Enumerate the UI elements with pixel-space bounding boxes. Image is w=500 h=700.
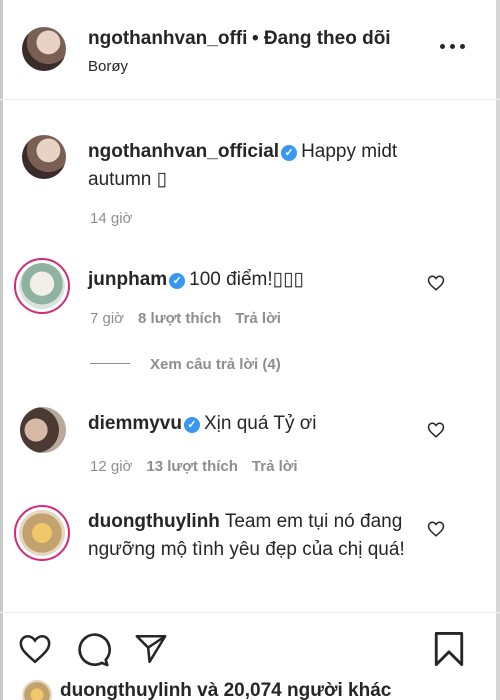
comment-avatar-duongthuylinh[interactable] bbox=[19, 510, 65, 556]
like-comment-icon[interactable] bbox=[427, 274, 445, 292]
likes-username[interactable]: duongthuylinh bbox=[60, 680, 192, 700]
like-comment-icon[interactable] bbox=[427, 520, 445, 538]
follow-status[interactable]: • Đang theo dõi bbox=[252, 28, 391, 50]
comment-username[interactable]: junpham bbox=[88, 269, 167, 290]
comment-text: Xịn quá Tỷ ơi bbox=[203, 413, 317, 434]
divider bbox=[90, 363, 130, 364]
likes-summary[interactable]: duongthuylinh và 20,074 người khác bbox=[60, 680, 391, 700]
scrollbar[interactable] bbox=[496, 0, 500, 700]
verified-icon: ✓ bbox=[183, 417, 200, 433]
reply-button[interactable]: Trả lời bbox=[252, 458, 298, 475]
comment-time: 12 giờ bbox=[90, 458, 133, 475]
heart-icon[interactable] bbox=[17, 632, 53, 666]
verified-icon: ✓ bbox=[281, 145, 298, 161]
comment-username[interactable]: diemmyvu bbox=[88, 413, 182, 434]
header-username[interactable]: ngothanhvan_offi bbox=[88, 28, 247, 50]
verified-icon: ✓ bbox=[169, 273, 186, 289]
view-replies-button[interactable]: Xem câu trả lời (4) bbox=[90, 356, 281, 373]
comment-icon[interactable] bbox=[75, 632, 111, 668]
comment-text: 100 điểm!▯▯▯ bbox=[189, 269, 304, 290]
comment-meta: 7 giờ 8 lượt thích Trả lời bbox=[90, 310, 281, 327]
caption-avatar[interactable] bbox=[22, 135, 66, 179]
post-header: ngothanhvan_offi • Đang theo dõi Borøy bbox=[0, 0, 500, 100]
comment-avatar-junpham[interactable] bbox=[19, 263, 65, 309]
comment-junpham: junpham ✓ 100 điểm!▯▯▯ bbox=[88, 266, 408, 294]
caption-time: 14 giờ bbox=[90, 210, 133, 227]
view-replies-label[interactable]: Xem câu trả lời (4) bbox=[150, 356, 281, 373]
paper-plane-icon[interactable] bbox=[134, 632, 168, 666]
location-link[interactable]: Borøy bbox=[88, 58, 128, 75]
comment-duongthuylinh: duongthuylinh Team em tụi nó đang ngưỡng… bbox=[88, 508, 408, 564]
likes-rest[interactable]: và 20,074 người khác bbox=[192, 680, 391, 700]
comment-avatar-diemmyvu[interactable] bbox=[20, 407, 66, 453]
avatar[interactable] bbox=[22, 27, 66, 71]
bookmark-icon[interactable] bbox=[432, 630, 466, 668]
comment-username[interactable]: duongthuylinh bbox=[88, 511, 220, 532]
like-comment-icon[interactable] bbox=[427, 421, 445, 439]
comment-meta: 12 giờ 13 lượt thích Trả lời bbox=[90, 458, 298, 475]
caption: ngothanhvan_official ✓ Happy midt autumn ▯ bbox=[88, 138, 448, 194]
window-frame-left bbox=[0, 0, 3, 700]
more-horizontal-icon[interactable] bbox=[440, 44, 466, 50]
comment-likes[interactable]: 13 lượt thích bbox=[146, 458, 238, 475]
reply-button[interactable]: Trả lời bbox=[235, 310, 281, 327]
comment-diemmyvu: diemmyvu ✓ Xịn quá Tỷ ơi bbox=[88, 410, 408, 438]
caption-username[interactable]: ngothanhvan_official bbox=[88, 141, 279, 162]
comment-likes[interactable]: 8 lượt thích bbox=[138, 310, 221, 327]
comment-time: 7 giờ bbox=[90, 310, 125, 327]
